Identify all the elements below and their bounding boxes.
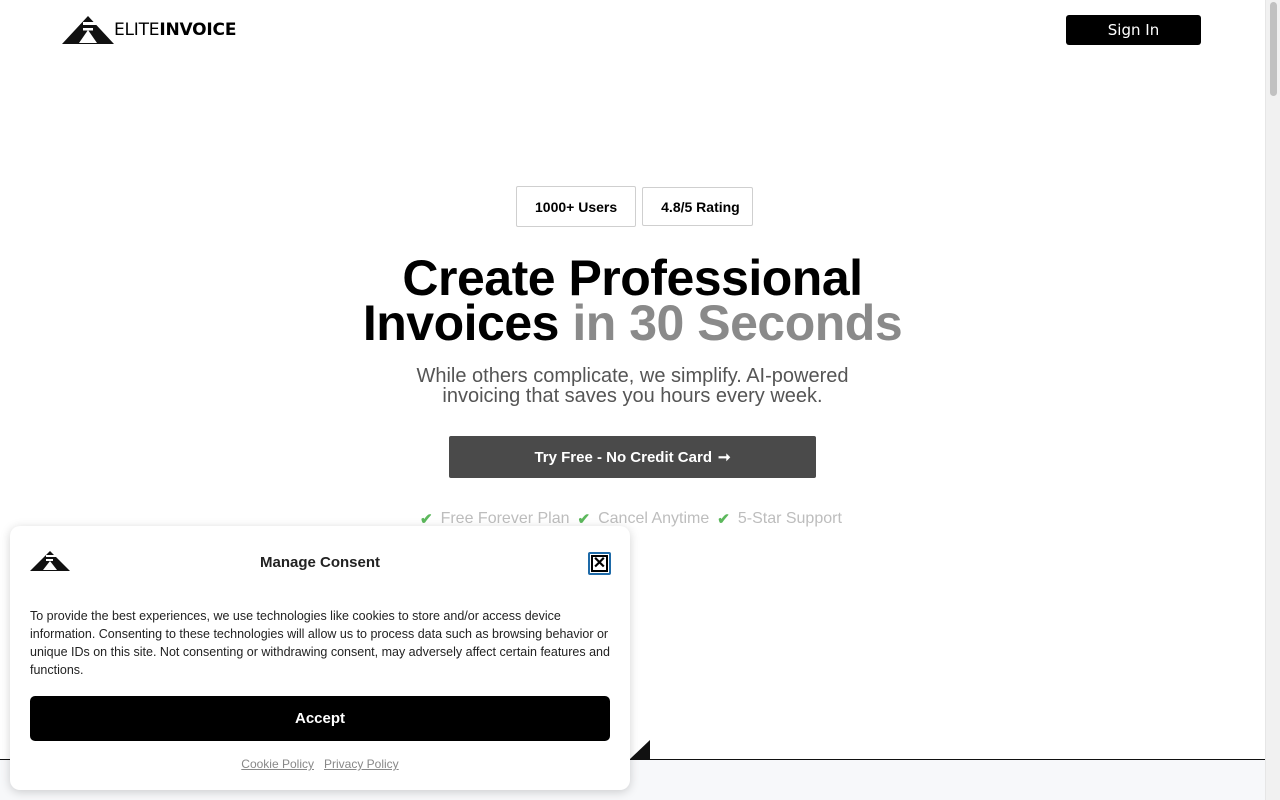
rating-badge: 4.8/5 Rating [642, 187, 753, 226]
hero-subtitle-line1: While others complicate, we simplify. AI… [416, 365, 849, 387]
logo-wordmark: ELITEINVOICE [114, 19, 237, 40]
site-logo[interactable]: ELITEINVOICE [62, 16, 236, 44]
consent-body: To provide the best experiences, we use … [30, 609, 610, 677]
close-icon: ✕ [591, 554, 608, 572]
logo-text-invoice: INVOICE [159, 19, 237, 40]
arrow-right-icon: ➞ [717, 449, 731, 466]
hero-title-line2-black: Invoices [362, 295, 560, 351]
page-scrollbar[interactable] [1265, 0, 1280, 800]
perk-label: 5-Star Support [737, 510, 842, 527]
check-icon: ✔ [717, 511, 730, 528]
try-free-button[interactable]: Try Free - No Credit Card ➞ [449, 436, 816, 478]
hero-subtitle-line2: invoicing that saves you hours every wee… [442, 385, 823, 407]
page: ELITEINVOICE Sign In 1000+ Users 4.8/5 R… [0, 0, 1280, 800]
try-free-label: Try Free - No Credit Card [534, 448, 712, 466]
consent-title: Manage Consent [259, 554, 380, 571]
logo-text-elite: ELITE [114, 19, 160, 40]
users-badge: 1000+ Users [516, 186, 637, 227]
sign-in-button[interactable]: Sign In [1066, 15, 1201, 45]
decorative-triangle [630, 740, 650, 759]
stats-badges: 1000+ Users 4.8/5 Rating [516, 186, 753, 227]
hero-subtitle: While others complicate, we simplify. AI… [0, 366, 1265, 406]
hero-title-line2-gray: in 30 Seconds [572, 295, 903, 351]
consent-close-button[interactable]: ✕ [588, 552, 611, 575]
accept-button[interactable]: Accept [30, 696, 610, 741]
logo-triangle-icon [62, 16, 114, 44]
consent-links: Cookie Policy Privacy Policy [10, 757, 630, 771]
privacy-policy-link[interactable]: Privacy Policy [324, 757, 399, 771]
cookie-policy-link[interactable]: Cookie Policy [241, 757, 314, 771]
scrollbar-thumb[interactable] [1270, 2, 1277, 96]
hero-title: Create Professional Invoices in 30 Secon… [0, 253, 1265, 348]
consent-dialog: Manage Consent ✕ To provide the best exp… [10, 526, 630, 790]
perk-item: ✔ 5-Star Support [717, 510, 842, 528]
